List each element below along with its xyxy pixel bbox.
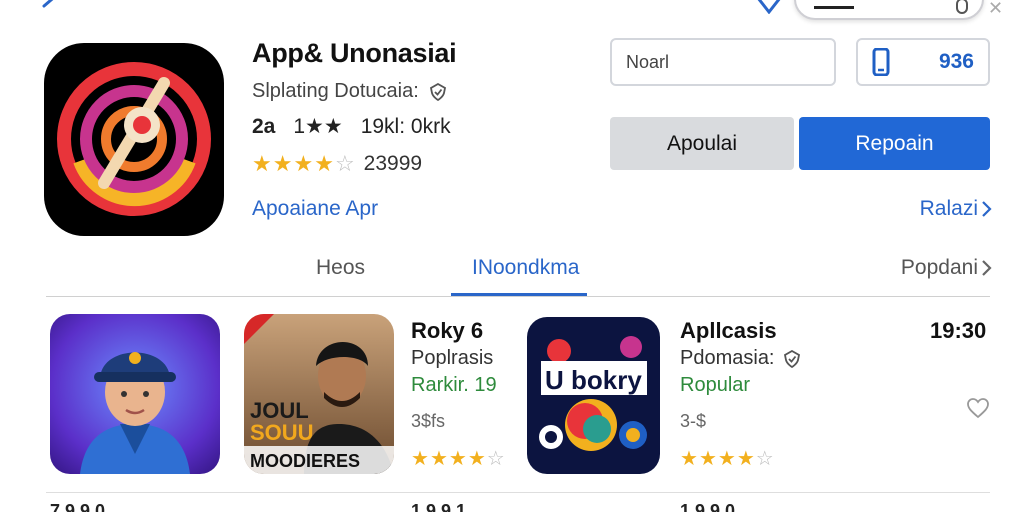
star-empty-icon: ☆ [486, 448, 506, 470]
primary-button[interactable]: Repoain [799, 117, 990, 170]
diamond-icon [757, 0, 781, 14]
chevron-right-icon [982, 260, 992, 276]
thumbnail-game-logo[interactable]: U bokry [527, 317, 660, 474]
star-filled-icon: ★ [680, 448, 699, 470]
list-item-price: 3$fs [411, 411, 446, 431]
rating-row: ★ ★ ★ ★ ☆ 23999 [252, 151, 422, 177]
pill-indicator [814, 6, 854, 9]
search-input[interactable] [626, 51, 820, 73]
back-arrow-icon[interactable] [38, 0, 66, 14]
star-empty-icon: ☆ [755, 448, 775, 470]
tab-popular-label: Popdani [900, 256, 978, 279]
rating-count: 23999 [363, 152, 423, 175]
secondary-button[interactable]: Apoulai [610, 117, 794, 170]
list-item-partial: 7 9 9 0 [50, 501, 106, 512]
top-toggle-pill[interactable] [794, 0, 984, 20]
rating-stars: ★ ★ ★ ★ ☆ [252, 151, 356, 177]
star-filled-icon: ★ [272, 151, 294, 176]
chevron-right-icon [982, 201, 992, 217]
age-rating: 2a [252, 114, 276, 138]
meta-row: 2a 1★★ 19kl: 0krk [252, 114, 451, 139]
star-filled-icon: ★ [411, 448, 430, 470]
poster-text-3: MOODIERES [250, 451, 360, 471]
tab-active[interactable]: INoondkma [472, 256, 579, 280]
close-icon[interactable]: ✕ [988, 0, 1003, 19]
list-item-partial: 1 9 9 1 [411, 501, 467, 512]
list-item-price: 3-$ [680, 411, 707, 431]
thumbnail-movie-poster[interactable]: JOUL SOUU MOODIERES [244, 314, 394, 474]
device-count: 936 [938, 50, 974, 73]
star-filled-icon: ★ [314, 151, 335, 176]
tab-popular[interactable]: Popdani [901, 256, 992, 280]
thumbnail-avatar-image[interactable] [50, 314, 220, 474]
app-subtitle-text: Slplating Dotucaia: [252, 80, 419, 102]
list-item-subtitle: Pdomasia: [680, 347, 801, 370]
phone-icon [872, 48, 890, 76]
tab-heos[interactable]: Heos [316, 256, 365, 280]
pill-knob [956, 0, 968, 14]
ratings-link-label: Ralazi [919, 197, 978, 220]
list-item-stars: ★★★★☆ [680, 446, 775, 471]
star-filled-icon: ★ [736, 448, 756, 470]
list-item-title[interactable]: Roky 6 [411, 318, 483, 344]
star-filled-icon: ★ [252, 151, 273, 176]
list-item-partial: 1 9 9 0 [680, 501, 736, 512]
device-button[interactable]: 936 [856, 38, 990, 86]
star-filled-icon: ★ [429, 448, 449, 470]
game-logo-text: U bokry [545, 365, 642, 395]
star-filled-icon: ★ [467, 448, 487, 470]
list-item-subtitle: Poplrasis [411, 347, 493, 370]
shield-check-icon [783, 349, 800, 368]
list-item-subtitle-text: Poplrasis [411, 347, 494, 369]
star-empty-icon: ☆ [334, 151, 356, 176]
list-item-title[interactable]: Apllcasis [680, 318, 777, 344]
divider [46, 492, 990, 493]
divider [46, 296, 990, 297]
star-filled-icon: ★ [717, 448, 737, 470]
star-filled-icon: ★ [448, 448, 468, 470]
list-item-stars: ★★★★☆ [411, 446, 506, 471]
search-field[interactable] [610, 38, 836, 86]
developer-link[interactable]: Apoaiane Apr [252, 197, 378, 221]
star-filled-icon: ★ [293, 151, 315, 176]
app-icon [44, 43, 224, 236]
list-item-status: Rarkir. 19 [411, 374, 497, 396]
list-item-subtitle-text: Pdomasia: [680, 347, 775, 369]
list-item-status: Ropular [680, 374, 751, 396]
app-size: 19kl: 0krk [360, 114, 451, 138]
app-title: App& Unonasiai [252, 38, 457, 68]
heart-icon[interactable] [966, 397, 990, 419]
app-subtitle: Slplating Dotucaia: [252, 80, 447, 103]
poster-text-2: SOUU [250, 420, 314, 445]
list-item-time: 19:30 [930, 318, 987, 343]
shield-check-icon [429, 82, 446, 101]
ratings-link[interactable]: Ralazi [920, 197, 992, 221]
star-filled-icon: ★ [698, 448, 718, 470]
reviews-mark: 1★★ [293, 115, 343, 138]
